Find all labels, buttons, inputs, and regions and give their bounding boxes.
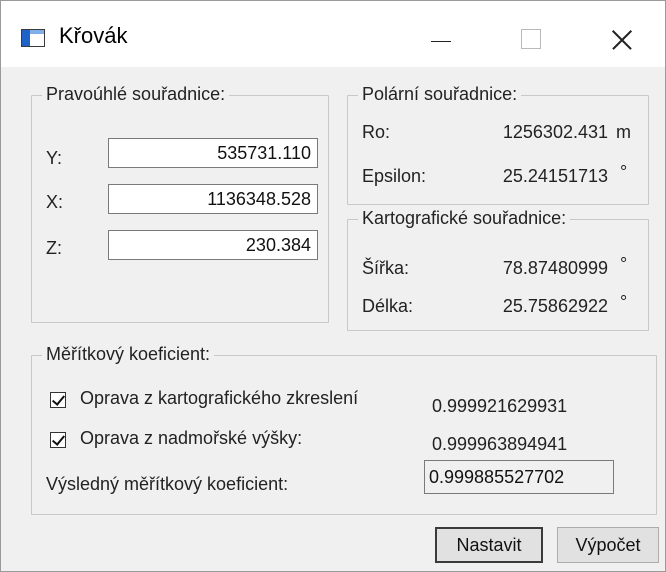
y-field[interactable]: 535731.110 xyxy=(108,138,318,168)
elevation-correction-value: 0.999963894941 xyxy=(432,434,568,454)
close-icon[interactable] xyxy=(593,17,653,61)
cartographic-coordinates-title: Kartografické souřadnice: xyxy=(358,208,571,229)
latitude-unit: ° xyxy=(620,254,628,274)
elevation-correction-checkbox[interactable] xyxy=(50,432,66,448)
set-button[interactable]: Nastavit xyxy=(435,527,543,563)
rectangular-coordinates-group: Pravoúhlé souřadnice: Y: 535731.110 X: 1… xyxy=(31,84,329,323)
polar-coordinates-title: Polární souřadnice: xyxy=(358,84,522,105)
polar-coordinates-group: Polární souřadnice: Ro: 1256302.431 m Ep… xyxy=(347,84,649,205)
krovak-dialog: Křovák Pravoúhlé souřadnice: Y: 535731.1… xyxy=(0,0,666,572)
scale-coefficient-title: Měřítkový koeficient: xyxy=(42,344,215,365)
z-field[interactable]: 230.384 xyxy=(108,230,318,260)
latitude-value: 78.87480999 xyxy=(502,258,608,278)
result-coefficient-field[interactable]: 0.999885527702 xyxy=(424,460,614,494)
latitude-label: Šířka: xyxy=(362,258,410,278)
ro-unit: m xyxy=(616,122,631,142)
ro-value: 1256302.431 xyxy=(502,122,608,142)
application-window-icon[interactable] xyxy=(21,29,45,47)
epsilon-value: 25.24151713 xyxy=(502,166,608,186)
compute-button[interactable]: Výpočet xyxy=(557,527,659,563)
maximize-icon[interactable] xyxy=(501,17,561,61)
minimize-icon[interactable] xyxy=(409,17,469,61)
rectangular-coordinates-title: Pravoúhlé souřadnice: xyxy=(42,84,230,105)
longitude-label: Délka: xyxy=(362,296,414,316)
epsilon-label: Epsilon: xyxy=(362,166,427,186)
x-field[interactable]: 1136348.528 xyxy=(108,184,318,214)
longitude-value: 25.75862922 xyxy=(502,296,608,316)
ro-label: Ro: xyxy=(362,122,391,142)
longitude-unit: ° xyxy=(620,292,628,312)
title-bar[interactable]: Křovák xyxy=(1,1,665,67)
elevation-correction-label[interactable]: Oprava z nadmořské výšky: xyxy=(80,428,302,449)
y-label: Y: xyxy=(46,148,63,168)
result-coefficient-label: Výsledný měřítkový koeficient: xyxy=(46,474,289,494)
window-title: Křovák xyxy=(59,23,128,48)
x-label: X: xyxy=(46,192,64,212)
scale-coefficient-group: Měřítkový koeficient: Oprava z kartograf… xyxy=(31,344,657,515)
distortion-correction-value: 0.999921629931 xyxy=(432,396,568,416)
distortion-correction-label[interactable]: Oprava z kartografického zkreslení xyxy=(80,388,358,409)
epsilon-unit: ° xyxy=(620,162,628,182)
cartographic-coordinates-group: Kartografické souřadnice: Šířka: 78.8748… xyxy=(347,208,649,331)
z-label: Z: xyxy=(46,238,62,258)
distortion-correction-checkbox[interactable] xyxy=(50,392,66,408)
